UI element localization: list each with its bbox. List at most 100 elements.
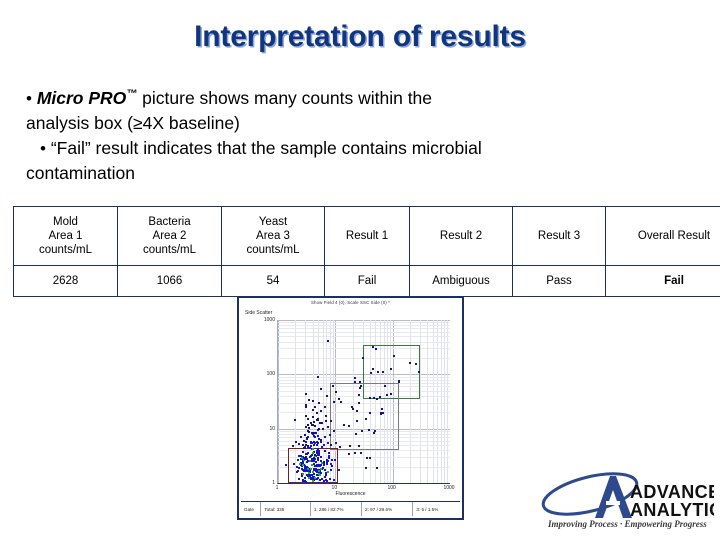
scatter-point: [317, 418, 320, 421]
scatter-point: [316, 444, 319, 447]
logo-tagline: Improving Process · Empowering Progress: [547, 519, 707, 529]
scatter-point: [311, 423, 314, 426]
scatter-point: [305, 440, 308, 443]
scatter-point: [314, 405, 317, 408]
scatter-point: [339, 445, 342, 448]
scatter-point: [337, 469, 340, 472]
scatter-point: [320, 410, 323, 413]
scatter-point: [300, 436, 302, 439]
scatter-point: [297, 458, 300, 461]
scatter-point: [358, 380, 361, 383]
page-title: Interpretation of results: [194, 20, 526, 53]
scatter-point: [331, 465, 334, 468]
grid-major-horizontal: [278, 320, 450, 321]
scatter-y-axis-label: Side Scatter: [245, 310, 273, 316]
scatter-point: [297, 467, 300, 470]
scatter-point: [318, 464, 321, 467]
scatter-point: [362, 357, 365, 360]
scatter-point: [311, 408, 314, 411]
scatter-point: [312, 441, 315, 444]
table-header-mold: Mold Area 1 counts/mL: [13, 206, 118, 266]
scatter-point: [314, 464, 317, 467]
scatter-point: [307, 398, 310, 401]
scatter-point: [317, 402, 320, 405]
scatter-point: [296, 469, 299, 472]
scatter-point: [385, 393, 388, 396]
bullet-1-product-name: Micro PRO: [36, 87, 127, 108]
scatter-point: [322, 427, 325, 430]
bullet-list: • Micro PRO™ picture shows many counts w…: [26, 82, 698, 186]
grid-minor-vertical: [420, 320, 422, 483]
scatter-point: [409, 361, 412, 364]
grid-minor-vertical: [441, 320, 443, 483]
scatter-point: [297, 478, 300, 481]
grid-minor-horizontal: [278, 336, 450, 338]
scatter-point: [308, 430, 311, 433]
scatter-point: [319, 388, 322, 391]
scatter-point: [311, 448, 314, 451]
scatter-point: [317, 454, 320, 457]
scatter-point: [301, 472, 304, 475]
scatter-point: [382, 370, 385, 373]
scatter-point: [302, 439, 305, 442]
scatter-point: [334, 458, 337, 461]
y-tick-label: 10: [269, 425, 275, 432]
scatter-point: [327, 456, 330, 459]
scatter-point: [319, 474, 322, 476]
scatter-point: [312, 444, 315, 447]
table-row: 2628 1066 54 Fail Ambiguous Pass Fail: [13, 265, 720, 297]
scatter-point: [307, 468, 310, 471]
scatter-point: [348, 453, 351, 456]
scatter-point: [328, 451, 331, 454]
table-header-result-2: Result 2: [409, 206, 513, 266]
scatter-point: [318, 422, 321, 425]
scatter-point: [376, 370, 379, 373]
table-cell-result-2: Ambiguous: [409, 265, 513, 297]
bullet-item-1-continued: analysis box (≥4X baseline): [26, 111, 698, 136]
bullet-2-continuation-text: contamination: [26, 162, 135, 183]
bullet-item-1: • Micro PRO™ picture shows many counts w…: [26, 82, 698, 111]
scatter-point: [335, 441, 338, 444]
y-tick-label: 100: [266, 371, 275, 378]
scatter-point: [303, 446, 306, 449]
scatter-point: [367, 429, 370, 432]
table-header-overall-result: Overall Result: [605, 206, 720, 266]
scatter-point: [305, 414, 308, 417]
grid-minor-horizontal: [278, 341, 450, 343]
scatter-point: [295, 465, 298, 468]
bullet-marker-2: •: [40, 138, 46, 158]
scatter-point: [337, 398, 340, 401]
grid-minor-horizontal: [278, 332, 450, 334]
company-logo: ADVANCED ANALYTICAL Improving Process · …: [538, 470, 714, 532]
scatter-point: [364, 417, 367, 420]
scatter-plot-window: Show Field 4 (0), Scale SSC Side (0) * S…: [237, 296, 464, 520]
scatter-point: [316, 459, 319, 462]
scatter-point: [323, 444, 326, 447]
status-total-count: Total: 335: [261, 502, 311, 516]
grid-minor-vertical: [444, 320, 446, 483]
scatter-point: [389, 393, 392, 396]
scatter-status-bar: Gate Total: 335 1: 286 / 82.7% 2: 97 / 2…: [241, 501, 460, 516]
scatter-point: [304, 433, 307, 436]
scatter-point: [304, 426, 307, 429]
scatter-point: [375, 466, 378, 469]
scatter-point: [324, 436, 327, 439]
scatter-point: [320, 455, 323, 458]
scatter-point: [325, 420, 328, 423]
scatter-point: [304, 393, 307, 396]
scatter-point: [294, 419, 297, 422]
bullet-item-2: • “Fail” result indicates that the sampl…: [26, 136, 698, 161]
table-header-yeast: Yeast Area 3 counts/mL: [221, 206, 325, 266]
scatter-point: [298, 463, 301, 466]
scatter-point: [315, 432, 318, 435]
scatter-point: [302, 479, 305, 482]
scatter-point: [310, 431, 313, 434]
scatter-point: [305, 405, 308, 408]
grid-minor-vertical: [447, 320, 449, 483]
scatter-point: [319, 438, 322, 441]
scatter-point: [321, 445, 324, 448]
scatter-point: [307, 452, 310, 455]
scatter-plot-area: [277, 320, 450, 484]
status-gate-label: Gate: [241, 502, 262, 516]
scatter-point: [335, 390, 338, 393]
